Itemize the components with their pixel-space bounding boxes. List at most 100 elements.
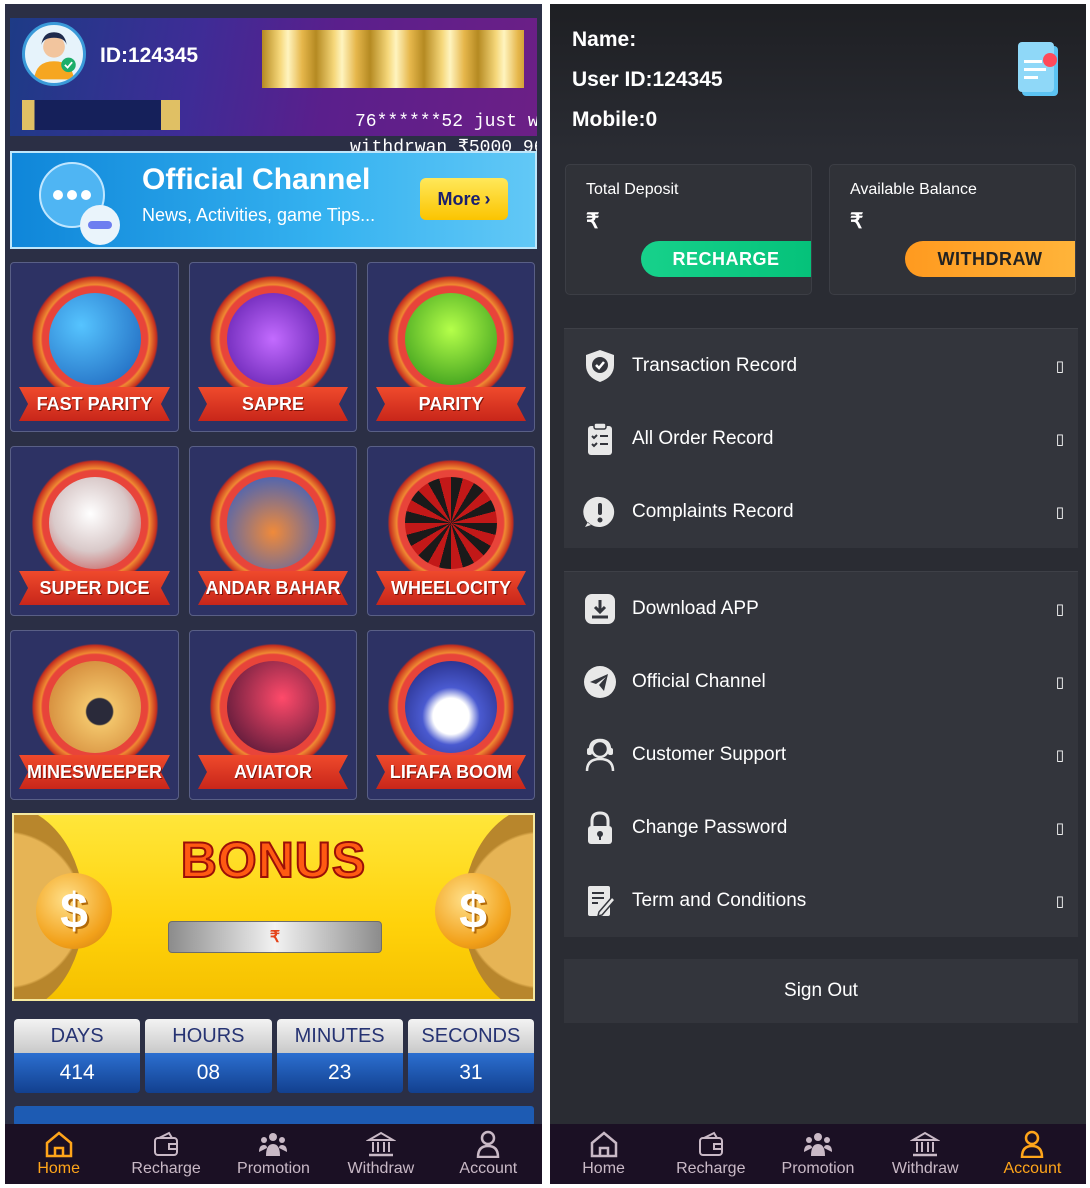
countdown-value: 31 (407, 1053, 534, 1093)
lock-icon (588, 810, 612, 844)
nav-label: Home (37, 1160, 81, 1177)
menu-official-channel[interactable]: Official Channel ▯ (564, 645, 1078, 718)
nav-label: Withdraw (347, 1160, 415, 1177)
game-tile-sapre[interactable]: SAPRE (189, 262, 357, 432)
chevron-right-icon: ▯ (1055, 599, 1064, 618)
withdraw-button[interactable]: WITHDRAW (905, 241, 1075, 277)
profile-user-id: User ID:124345 (572, 68, 723, 91)
menu-complaints-record[interactable]: Complaints Record ▯ (564, 475, 1078, 548)
countdown-value: 414 (14, 1053, 141, 1093)
profile-mobile: Mobile:0 (572, 108, 658, 131)
nav-home[interactable]: Home (550, 1124, 657, 1184)
nav-account[interactable]: Account (435, 1124, 542, 1184)
profile-name: Name: (572, 28, 637, 51)
menu-term-and-conditions[interactable]: Term and Conditions ▯ (564, 864, 1078, 937)
wallet-bar (22, 100, 180, 130)
menu-customer-support[interactable]: Customer Support ▯ (564, 718, 1078, 791)
game-tile-andar-bahar[interactable]: ANDAR BAHAR (189, 446, 357, 616)
user-avatar-icon[interactable] (22, 22, 86, 86)
chevron-right-icon: ▯ (1055, 502, 1064, 521)
chevron-right-icon: ▯ (1055, 891, 1064, 910)
nav-home[interactable]: Home (5, 1124, 112, 1184)
records-menu: Transaction Record ▯ All Order Record ▯ … (564, 328, 1078, 548)
countdown-days: DAYS 414 (14, 1019, 141, 1093)
more-button[interactable]: More › (420, 178, 508, 220)
menu-all-order-record[interactable]: All Order Record ▯ (564, 402, 1078, 475)
user-id: ID:124345 (100, 44, 199, 67)
countdown-value: 23 (276, 1053, 403, 1093)
sign-out-button[interactable]: Sign Out (564, 959, 1078, 1023)
game-label: AVIATOR (198, 755, 348, 789)
countdown-minutes: MINUTES 23 (276, 1019, 403, 1093)
nav-withdraw[interactable]: Withdraw (327, 1124, 434, 1184)
game-label: ANDAR BAHAR (198, 571, 348, 605)
game-tile-super-dice[interactable]: SUPER DICE (10, 446, 179, 616)
game-tile-parity[interactable]: PARITY (367, 262, 535, 432)
deposit-title: Total Deposit (586, 181, 679, 198)
home-screen: ID:124345 76******52 just wit withdrwan … (5, 4, 542, 1184)
game-tile-fast-parity[interactable]: FAST PARITY (10, 262, 179, 432)
telegram-icon (584, 665, 616, 698)
game-tile-wheelocity[interactable]: WHEELOCITY (367, 446, 535, 616)
menu-label: Transaction Record (632, 354, 798, 376)
nav-label: Account (1003, 1160, 1062, 1177)
menu-download-app[interactable]: Download APP ▯ (564, 572, 1078, 645)
game-tile-minesweeper[interactable]: MINESWEEPER (10, 630, 179, 800)
menu-transaction-record[interactable]: Transaction Record ▯ (564, 329, 1078, 402)
balance-amount: ₹ (850, 210, 864, 233)
user-icon (477, 1130, 500, 1158)
deposit-amount: ₹ (586, 210, 600, 233)
bank-icon (910, 1131, 941, 1157)
official-channel-banner[interactable]: Official Channel News, Activities, game … (10, 151, 537, 249)
numbered-balls-icon (209, 275, 337, 403)
bonus-banner[interactable]: $ $ BONUS ₹ (12, 813, 535, 1001)
bottom-nav: Home Recharge Promotion Withdraw Account (550, 1124, 1086, 1184)
nav-promotion[interactable]: Promotion (764, 1124, 871, 1184)
home-icon (45, 1131, 72, 1158)
recharge-button[interactable]: RECHARGE (641, 241, 811, 277)
bomb-icon (30, 643, 159, 771)
settings-menu: Download APP ▯ Official Channel ▯ Custom… (564, 571, 1078, 937)
menu-label: Download APP (632, 597, 759, 619)
shield-check-icon (586, 349, 614, 382)
menu-label: Official Channel (632, 670, 766, 692)
poker-chips-icon (209, 459, 337, 587)
nav-recharge[interactable]: Recharge (657, 1124, 764, 1184)
profile-header: Name: User ID:124345 Mobile:0 (550, 4, 1086, 152)
menu-label: Term and Conditions (632, 889, 807, 911)
more-label: More (437, 188, 481, 209)
countdown-label: MINUTES (276, 1019, 403, 1053)
chevron-right-icon: ▯ (1055, 818, 1064, 837)
progress-strip (14, 1106, 534, 1126)
countdown-timer: DAYS 414 HOURS 08 MINUTES 23 SECONDS 31 (14, 1019, 534, 1093)
group-icon (803, 1133, 832, 1156)
chevron-right-icon: ▯ (1055, 672, 1064, 691)
chevron-right-icon: ▯ (1055, 745, 1064, 764)
nav-account[interactable]: Account (979, 1124, 1086, 1184)
user-icon (1021, 1130, 1044, 1158)
countdown-label: HOURS (145, 1019, 272, 1053)
nav-recharge[interactable]: Recharge (112, 1124, 219, 1184)
nav-label: Account (459, 1160, 518, 1177)
game-tile-aviator[interactable]: AVIATOR (189, 630, 357, 800)
game-label: FAST PARITY (19, 387, 170, 421)
game-tile-lifafa-boom[interactable]: LIFAFA BOOM (367, 630, 535, 800)
document-edit-icon (588, 885, 617, 917)
notebook-icon[interactable] (1016, 42, 1064, 100)
nav-promotion[interactable]: Promotion (220, 1124, 327, 1184)
clipboard-list-icon (588, 421, 612, 455)
bonus-amount: ₹ (168, 921, 382, 953)
menu-label: Complaints Record (632, 500, 794, 522)
channel-title: Official Channel (142, 163, 371, 196)
available-balance-card: Available Balance ₹ WITHDRAW (829, 164, 1076, 295)
gold-banner (262, 30, 524, 88)
countdown-hours: HOURS 08 (145, 1019, 272, 1093)
channel-subtitle: News, Activities, game Tips... (142, 205, 376, 225)
menu-label: All Order Record (632, 427, 774, 449)
menu-change-password[interactable]: Change Password ▯ (564, 791, 1078, 864)
bank-icon (365, 1131, 396, 1157)
nav-withdraw[interactable]: Withdraw (872, 1124, 979, 1184)
support-agent-icon (585, 738, 615, 771)
wallet-icon (154, 1131, 179, 1156)
balance-title: Available Balance (850, 181, 977, 198)
